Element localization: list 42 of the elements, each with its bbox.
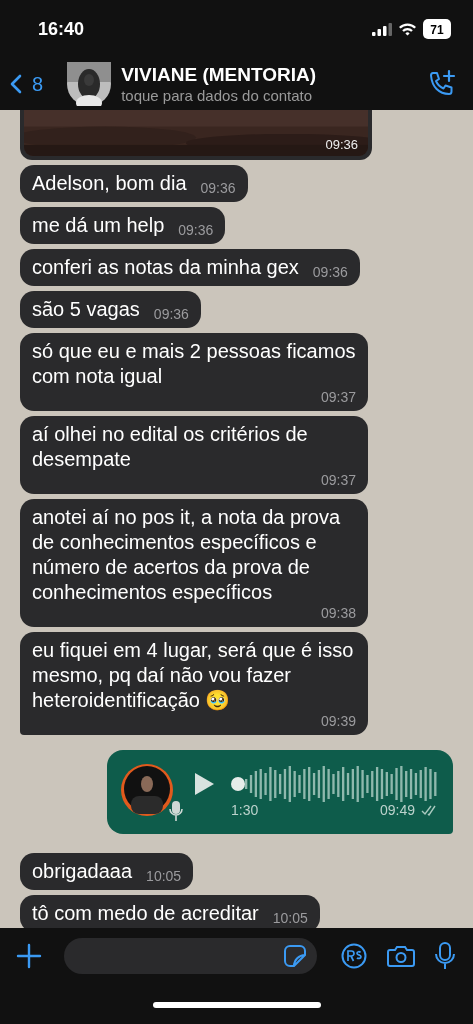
wifi-icon (398, 22, 417, 36)
message-text: são 5 vagas (32, 297, 140, 322)
message-time: 09:36 (325, 137, 358, 152)
message-time: 09:37 (320, 389, 356, 405)
message-text: Adelson, bom dia (32, 171, 187, 196)
camera-icon[interactable] (387, 944, 415, 968)
microphone-icon (169, 800, 183, 822)
message-time: 09:36 (312, 264, 348, 280)
payment-icon[interactable] (341, 943, 367, 969)
battery-icon: 71 (423, 19, 451, 39)
chevron-left-icon (10, 74, 22, 94)
message-time: 09:36 (178, 222, 214, 238)
playback-thumb[interactable] (231, 777, 245, 791)
message-text: conferi as notas da minha gex (32, 255, 299, 280)
play-icon[interactable] (193, 772, 215, 796)
message-time: 09:49 (379, 802, 415, 818)
message-time: 10:05 (146, 868, 182, 884)
message-text: só que eu e mais 2 pessoas ficamos com nota igual (32, 339, 356, 389)
message-time: 09:38 (320, 605, 356, 621)
add-icon[interactable] (16, 943, 42, 969)
message-text: tô com medo de acreditar (32, 901, 259, 926)
microphone-icon[interactable] (435, 942, 455, 970)
message-time: 09:39 (320, 713, 356, 729)
voice-message[interactable]: 1:30 09:49 (107, 750, 453, 834)
contact-name[interactable]: VIVIANE (MENTORIA) (121, 64, 427, 86)
message-text: aí olhei no edital os critérios de desempate (32, 422, 309, 472)
voice-duration: 1:30 (231, 802, 260, 818)
back-button[interactable]: 8 (10, 72, 44, 96)
message-text: anotei aí no pos it, a nota da prova de conhecimentos específicos e número de acertos da prova de conhecimentos específicos (32, 505, 341, 605)
status-time: 16:40 (38, 18, 85, 40)
contact-subtitle[interactable]: toque para dados do contato (121, 87, 427, 104)
message-text: obrigadaaa (32, 859, 133, 884)
message-time: 09:36 (153, 306, 189, 322)
message-time: 10:05 (272, 910, 308, 926)
message-time: 09:36 (200, 180, 236, 196)
message-text: eu fiquei em 4 lugar, será que é isso mesmo, pq daí não vou fazer heteroidentificação 🥹 (32, 638, 355, 713)
message-text: me dá um help (32, 213, 165, 238)
message-time: 09:37 (320, 472, 356, 488)
message-input[interactable] (64, 938, 317, 974)
signal-icon (372, 22, 392, 36)
sticker-icon[interactable] (283, 944, 307, 968)
image-message[interactable]: 09:36 (20, 110, 372, 160)
